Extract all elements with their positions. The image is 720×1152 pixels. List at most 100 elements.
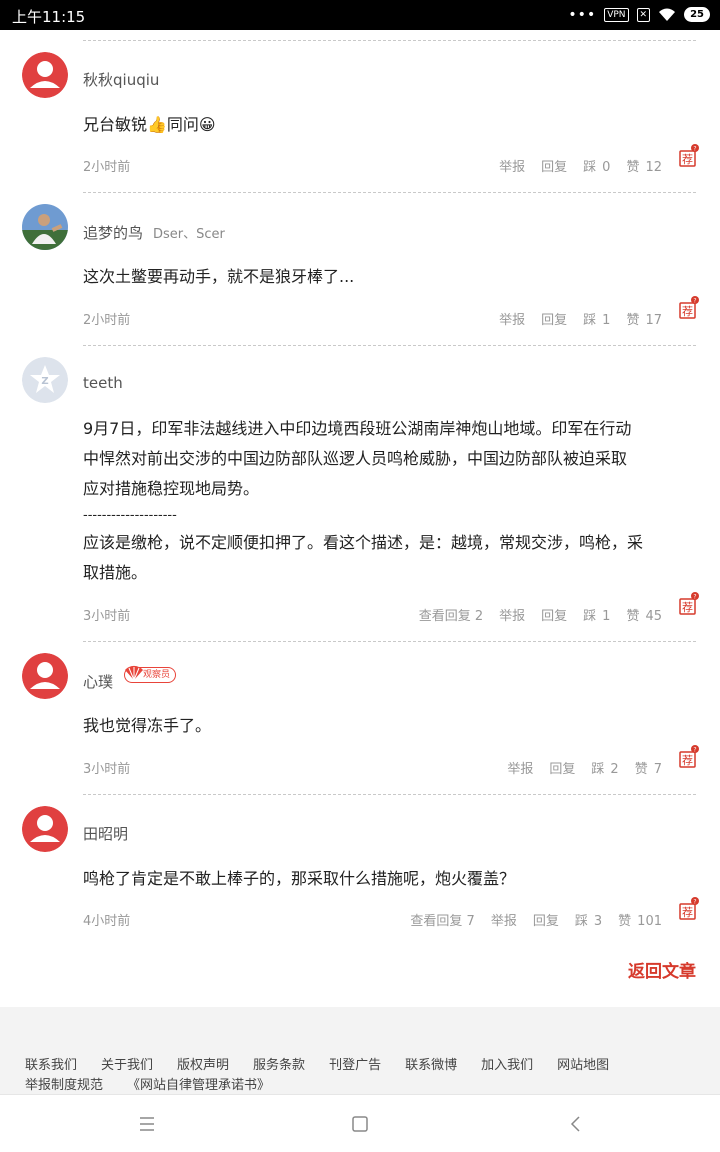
comment-time: 4小时前 xyxy=(83,914,131,929)
reply-button[interactable]: 回复 xyxy=(541,605,567,624)
svg-text:?: ? xyxy=(693,747,696,754)
divider xyxy=(83,345,696,346)
status-bar: 上午11:15 ••• VPN ✕ 25 xyxy=(0,0,720,30)
svg-text:?: ? xyxy=(693,146,696,153)
reply-button[interactable]: 回复 xyxy=(541,309,567,328)
footer-link[interactable]: 举报制度规范 xyxy=(25,1077,103,1095)
default-avatar-icon xyxy=(22,806,68,852)
svg-text:荐: 荐 xyxy=(682,906,693,919)
reply-button[interactable]: 回复 xyxy=(549,758,575,777)
comment-time: 2小时前 xyxy=(83,160,131,175)
footer-links: 联系我们 关于我们 版权声明 服务条款 刊登广告 联系微博 加入我们 网站地图 … xyxy=(25,1057,705,1095)
more-dots-icon: ••• xyxy=(568,6,597,23)
dislike-button[interactable]: 踩0 xyxy=(583,156,610,175)
avatar[interactable] xyxy=(22,52,68,98)
recommend-button[interactable]: 荐 ? xyxy=(678,745,700,769)
footer-link[interactable]: 版权声明 xyxy=(177,1057,229,1075)
divider xyxy=(83,40,696,41)
avatar[interactable] xyxy=(22,806,68,852)
view-replies-button[interactable]: 查看回复 7 xyxy=(410,910,474,929)
dislike-button[interactable]: 踩3 xyxy=(575,910,602,929)
comment-text: 我也觉得冻手了。 xyxy=(83,716,212,735)
footer-link[interactable]: 刊登广告 xyxy=(329,1057,381,1075)
comment-actions: 举报 回复 踩1 赞 17 xyxy=(499,309,662,328)
user-photo-avatar xyxy=(22,204,68,250)
comment-time: 2小时前 xyxy=(83,313,131,328)
comment-time: 3小时前 xyxy=(83,609,131,624)
like-button[interactable]: 赞 17 xyxy=(626,309,662,328)
recommend-button[interactable]: 荐 ? xyxy=(678,296,700,320)
divider xyxy=(83,192,696,193)
report-button[interactable]: 举报 xyxy=(507,758,533,777)
footer-link[interactable]: 加入我们 xyxy=(481,1057,533,1075)
footer: 联系我们 关于我们 版权声明 服务条款 刊登广告 联系微博 加入我们 网站地图 … xyxy=(0,1007,720,1094)
chevron-left-icon[interactable] xyxy=(566,1114,586,1134)
reply-button[interactable]: 回复 xyxy=(541,156,567,175)
fan-icon xyxy=(125,665,143,681)
wifi-icon xyxy=(659,8,676,21)
comment-actions: 查看回复 7 举报 回复 踩3 赞 101 xyxy=(410,910,662,929)
sim-off-icon: ✕ xyxy=(636,7,651,22)
report-button[interactable]: 举报 xyxy=(499,605,525,624)
like-button[interactable]: 赞 101 xyxy=(618,910,662,929)
footer-link[interactable]: 服务条款 xyxy=(253,1057,305,1075)
svg-text:荐: 荐 xyxy=(682,754,693,767)
comment-text: 鸣枪了肯定是不敢上棒子的，那采取什么措施呢，炮火覆盖？ xyxy=(83,869,516,888)
recommend-button[interactable]: 荐 ? xyxy=(678,592,700,616)
comment-text: 9月7日，印军非法越线进入中印边境西段班公湖南岸神炮山地域。印军在行动 中悍然对… xyxy=(83,419,644,582)
footer-link[interactable]: 联系微博 xyxy=(405,1057,457,1075)
like-button[interactable]: 赞 45 xyxy=(626,605,662,624)
footer-link[interactable]: 联系我们 xyxy=(25,1057,77,1075)
dislike-button[interactable]: 踩1 xyxy=(583,605,610,624)
divider xyxy=(83,641,696,642)
like-button[interactable]: 赞7 xyxy=(635,758,662,777)
reply-button[interactable]: 回复 xyxy=(533,910,559,929)
user-tag: Dser、Scer xyxy=(153,227,225,242)
dislike-button[interactable]: 踩1 xyxy=(583,309,610,328)
username[interactable]: teeth xyxy=(83,374,123,392)
square-home-icon[interactable] xyxy=(350,1114,370,1134)
default-avatar-icon xyxy=(22,653,68,699)
username[interactable]: 秋秋qiuqiu xyxy=(83,69,159,90)
like-button[interactable]: 赞 12 xyxy=(626,156,662,175)
default-qq-avatar-icon: Z xyxy=(22,357,68,403)
back-to-article-link[interactable]: 返回文章 xyxy=(628,957,696,982)
default-avatar-icon xyxy=(22,52,68,98)
svg-text:荐: 荐 xyxy=(682,153,693,166)
system-nav-bar xyxy=(0,1094,720,1152)
comment-text: 兄台敏锐👍同问😀 xyxy=(83,115,216,134)
report-button[interactable]: 举报 xyxy=(499,156,525,175)
comment-actions: 查看回复 2 举报 回复 踩1 赞 45 xyxy=(419,605,662,624)
observer-badge: 观察员 xyxy=(124,665,177,683)
recommend-button[interactable]: 荐 ? xyxy=(678,897,700,921)
footer-link[interactable]: 《网站自律管理承诺书》 xyxy=(127,1077,270,1095)
menu-icon[interactable] xyxy=(137,1114,157,1134)
comment-actions: 举报 回复 踩2 赞7 xyxy=(507,758,662,777)
report-button[interactable]: 举报 xyxy=(499,309,525,328)
comment-text: 这次土鳖要再动手，就不是狼牙棒了... xyxy=(83,267,355,286)
avatar[interactable] xyxy=(22,653,68,699)
svg-text:?: ? xyxy=(693,594,696,601)
svg-text:Z: Z xyxy=(41,376,48,387)
comment-actions: 举报 回复 踩0 赞 12 xyxy=(499,156,662,175)
divider xyxy=(83,794,696,795)
svg-text:荐: 荐 xyxy=(682,305,693,318)
status-time: 上午11:15 xyxy=(12,8,86,26)
view-replies-button[interactable]: 查看回复 2 xyxy=(419,605,483,624)
avatar[interactable] xyxy=(22,204,68,250)
svg-text:?: ? xyxy=(693,298,696,305)
username[interactable]: 田昭明 xyxy=(83,823,128,844)
comment-time: 3小时前 xyxy=(83,762,131,777)
footer-link[interactable]: 网站地图 xyxy=(557,1057,609,1075)
recommend-button[interactable]: 荐 ? xyxy=(678,144,700,168)
avatar[interactable]: Z xyxy=(22,357,68,403)
svg-text:荐: 荐 xyxy=(682,601,693,614)
username[interactable]: 追梦的鸟 Dser、Scer xyxy=(83,222,225,243)
vpn-icon: VPN xyxy=(604,7,629,22)
svg-text:?: ? xyxy=(693,899,696,906)
username[interactable]: 心璞 xyxy=(83,671,113,692)
battery-icon: 25 xyxy=(684,7,710,22)
report-button[interactable]: 举报 xyxy=(491,910,517,929)
footer-link[interactable]: 关于我们 xyxy=(101,1057,153,1075)
dislike-button[interactable]: 踩2 xyxy=(591,758,618,777)
